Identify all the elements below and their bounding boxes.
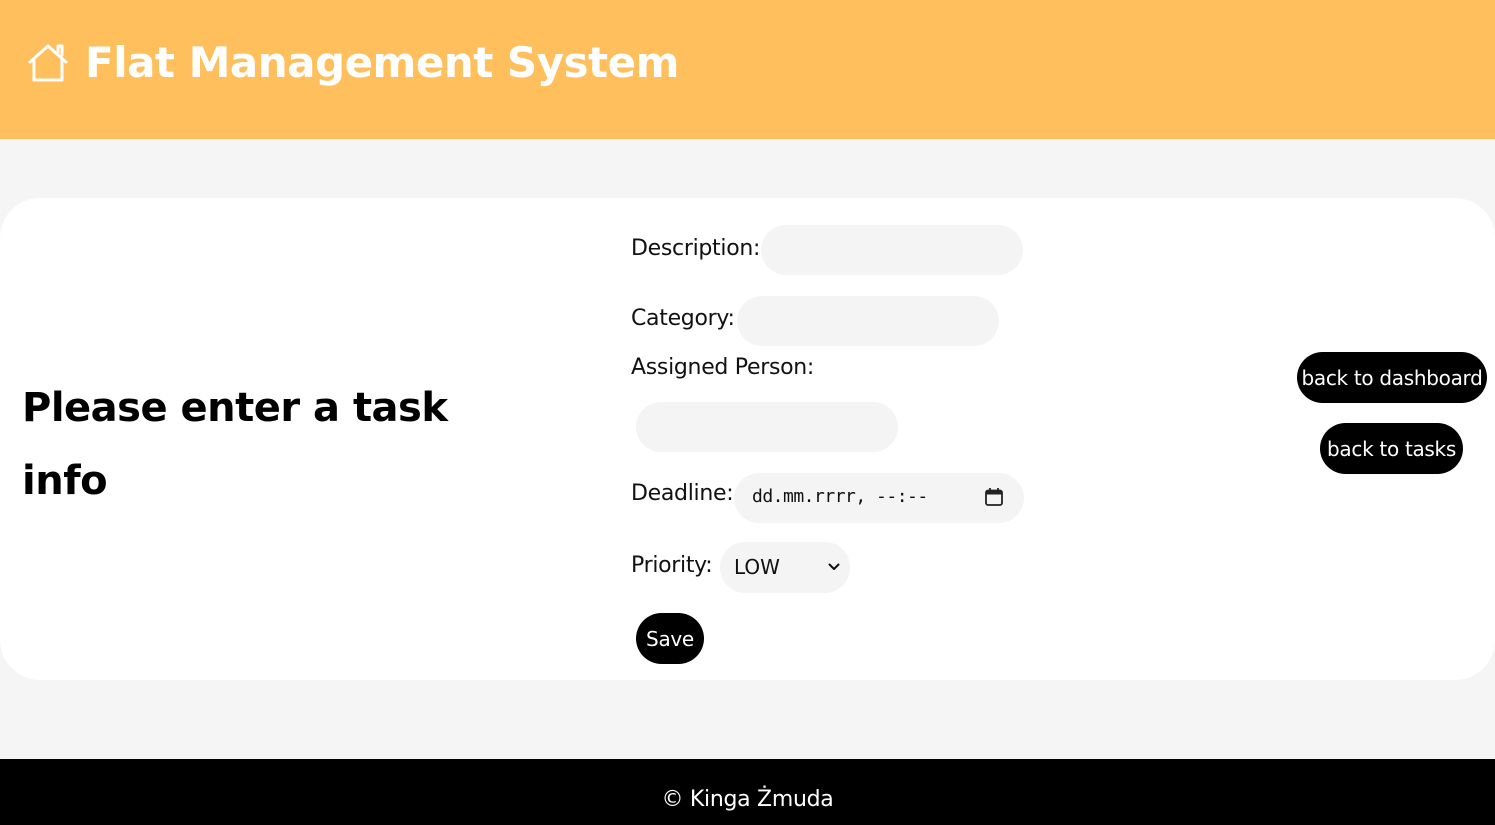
priority-select[interactable]: LOW	[720, 542, 850, 593]
deadline-placeholder: dd.mm.rrrr, --:--	[752, 486, 928, 507]
description-input[interactable]	[761, 225, 1023, 275]
deadline-label: Deadline:	[631, 481, 734, 506]
assigned-person-input[interactable]	[636, 402, 898, 452]
page-heading: Please enter a task info	[22, 385, 448, 504]
app-title: Flat Management System	[85, 38, 679, 87]
category-label: Category:	[631, 306, 735, 331]
assigned-person-label: Assigned Person:	[631, 355, 815, 380]
save-button[interactable]: Save	[636, 613, 704, 664]
calendar-icon[interactable]	[984, 487, 1004, 507]
description-label: Description:	[631, 236, 761, 261]
page-footer: © Kinga Żmuda	[0, 759, 1495, 825]
copyright-text: © Kinga Żmuda	[661, 787, 834, 812]
category-input[interactable]	[737, 296, 999, 346]
app-header: Flat Management System	[0, 0, 1495, 139]
priority-selected-value: LOW	[734, 555, 780, 579]
home-icon	[28, 44, 68, 82]
chevron-down-icon	[828, 563, 840, 570]
back-to-dashboard-button[interactable]: back to dashboard	[1297, 352, 1487, 403]
back-to-tasks-button[interactable]: back to tasks	[1320, 423, 1463, 474]
deadline-input[interactable]: dd.mm.rrrr, --:--	[734, 473, 1024, 523]
priority-label: Priority:	[631, 553, 713, 578]
